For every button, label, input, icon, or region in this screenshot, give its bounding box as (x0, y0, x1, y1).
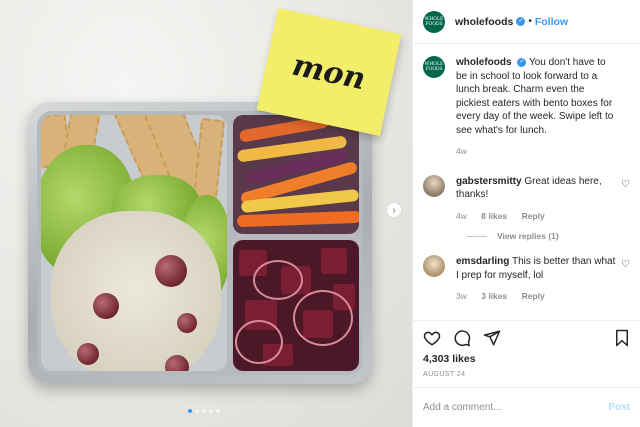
carousel-dot (209, 409, 213, 413)
post-comment-button[interactable]: Post (608, 402, 630, 413)
caption-meta: 4w (456, 145, 616, 159)
commenter-avatar[interactable] (423, 255, 445, 277)
comment-body: emsdarling This is better than what I pr… (456, 255, 616, 304)
like-count[interactable]: 4,303 likes (423, 353, 630, 365)
grape (155, 255, 187, 287)
verified-badge-icon: ✓ (517, 57, 527, 67)
carousel-next-button[interactable]: › (386, 202, 402, 218)
author-username[interactable]: wholefoods (455, 16, 513, 28)
chevron-right-icon: › (392, 204, 396, 216)
carrot-stick (236, 210, 359, 228)
caption: WHOLE FOODS wholefoods ✓ You don't have … (423, 56, 630, 159)
beet-compartment (233, 240, 359, 371)
view-replies-label: View replies (1) (497, 231, 559, 241)
like-comment-heart-icon[interactable]: ♡ (621, 179, 630, 190)
comment-meta: 3w 3 likes Reply (456, 290, 616, 304)
caption-body: wholefoods ✓ You don't have to be in sch… (456, 56, 616, 159)
commenter-avatar[interactable] (423, 174, 445, 197)
carousel-dot (202, 409, 206, 413)
follow-button[interactable]: Follow (535, 16, 568, 28)
reply-button[interactable]: Reply (522, 211, 545, 221)
carrot-compartment (233, 115, 359, 234)
grape (177, 313, 197, 333)
carousel-dot (188, 409, 192, 413)
comment-bubble-icon[interactable] (453, 329, 471, 347)
action-icons (423, 323, 630, 353)
comment-time[interactable]: 3w (456, 291, 467, 301)
grape (77, 343, 99, 365)
verified-badge-icon: ✓ (516, 17, 526, 26)
logo-text-line: FOODS (425, 67, 443, 72)
comment: emsdarling This is better than what I pr… (423, 255, 630, 304)
onion-ring (293, 290, 353, 346)
carousel-indicator (188, 409, 220, 413)
beet-cube (321, 248, 347, 274)
cracker (192, 117, 226, 201)
add-comment-bar: Post (413, 387, 640, 427)
comment-body: gabstersmitty Great ideas here, thanks! … (456, 175, 616, 224)
bento-box-inner (37, 111, 363, 375)
view-replies-button[interactable]: View replies (1) (467, 231, 630, 241)
post-header: WHOLE FOODS wholefoods ✓ • Follow (413, 0, 640, 44)
caption-author-avatar[interactable]: WHOLE FOODS (423, 56, 445, 78)
separator-dot: • (528, 16, 532, 27)
like-comment-heart-icon[interactable]: ♡ (621, 259, 630, 270)
comments-list[interactable]: WHOLE FOODS wholefoods ✓ You don't have … (413, 44, 640, 320)
bento-box (28, 102, 372, 384)
post-sidebar: WHOLE FOODS wholefoods ✓ • Follow WHOLE … (412, 0, 640, 427)
chicken-salad (51, 211, 221, 371)
carousel-dot (195, 409, 199, 413)
comment-time[interactable]: 4w (456, 211, 467, 221)
onion-ring (235, 320, 283, 364)
bookmark-save-icon[interactable] (614, 329, 630, 347)
instagram-post: mon › WHOLE FOODS wholefoods ✓ • Follow (0, 0, 640, 427)
grape (93, 293, 119, 319)
caption-author[interactable]: wholefoods (456, 57, 512, 68)
sticky-note-text: mon (289, 47, 369, 97)
caption-text: You don't have to be in school to look f… (456, 57, 614, 136)
chicken-salad-compartment (41, 115, 227, 371)
author-avatar[interactable]: WHOLE FOODS (423, 10, 445, 33)
logo-text-line: FOODS (425, 21, 443, 27)
comment-likes[interactable]: 8 likes (481, 211, 507, 221)
like-heart-icon[interactable] (423, 329, 441, 347)
post-photo[interactable]: mon › (0, 0, 412, 427)
comment-input[interactable] (423, 402, 609, 413)
divider-line (467, 235, 487, 237)
comment-author[interactable]: emsdarling (456, 256, 509, 267)
caption-time[interactable]: 4w (456, 146, 467, 156)
share-paper-plane-icon[interactable] (483, 329, 501, 347)
comment-author[interactable]: gabstersmitty (456, 176, 522, 187)
post-date[interactable]: AUGUST 24 (423, 371, 630, 378)
post-actions: 4,303 likes AUGUST 24 Post (413, 320, 640, 427)
comment-meta: 4w 8 likes Reply (456, 210, 616, 224)
comment-likes[interactable]: 3 likes (481, 291, 507, 301)
onion-ring (253, 260, 303, 300)
reply-button[interactable]: Reply (522, 291, 545, 301)
carousel-dot (216, 409, 220, 413)
comment: gabstersmitty Great ideas here, thanks! … (423, 174, 630, 224)
